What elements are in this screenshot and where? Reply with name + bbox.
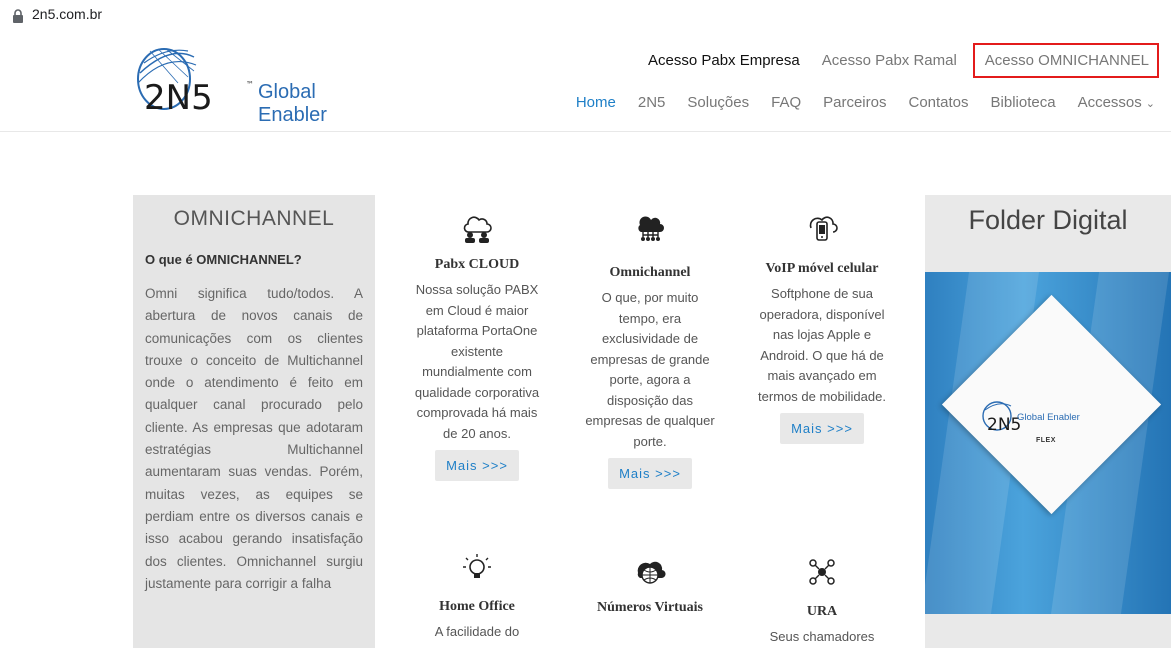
chevron-down-icon: ⌄ <box>1145 98 1155 110</box>
nav-acessos-label: Accessos <box>1077 94 1142 111</box>
card-text: Seus chamadores <box>769 629 875 644</box>
nav-solucoes[interactable]: Soluções <box>687 94 749 111</box>
card-voip-movel: VoIP móvel celular Softphone de sua oper… <box>757 210 887 444</box>
more-button[interactable]: Mais >>> <box>608 458 692 489</box>
link-acesso-pabx-ramal[interactable]: Acesso Pabx Ramal <box>822 52 957 69</box>
nav-contatos[interactable]: Contatos <box>908 94 968 111</box>
card-title: Home Office <box>439 599 515 614</box>
card-text: Nossa solução PABX em Cloud é maior plat… <box>414 282 540 441</box>
network-nodes-icon <box>809 559 835 585</box>
folder-flex-label: FLEX <box>1036 437 1056 444</box>
nav-acessos[interactable]: Accessos ⌄ <box>1078 94 1155 111</box>
url-text: 2n5.com.br <box>32 6 103 22</box>
card-title: Omnichannel <box>609 265 691 280</box>
site-header: 2N5 ™ Global Enabler Acesso Pabx Empresa… <box>0 38 1171 132</box>
card-title: VoIP móvel celular <box>765 261 879 276</box>
globe-cloud-icon <box>637 561 666 584</box>
card-text: Softphone de sua operadora, disponível n… <box>758 286 886 404</box>
panel-body: Omni significa tudo/todos. A abertura de… <box>145 286 363 591</box>
site-logo[interactable]: 2N5 ™ Global Enabler <box>130 43 390 126</box>
card-title: Números Virtuais <box>597 600 703 615</box>
nav-biblioteca[interactable]: Biblioteca <box>991 94 1056 111</box>
link-acesso-pabx-empresa[interactable]: Acesso Pabx Empresa <box>648 52 800 69</box>
nav-2n5[interactable]: 2N5 <box>638 94 666 111</box>
panel-question: O que é OMNICHANNEL? <box>145 252 302 267</box>
omnichannel-panel: OMNICHANNEL O que é OMNICHANNEL? Omni si… <box>133 195 375 648</box>
panel-title: OMNICHANNEL <box>173 207 335 230</box>
nav-faq[interactable]: FAQ <box>771 94 801 111</box>
card-title: URA <box>806 604 838 619</box>
more-button[interactable]: Mais >>> <box>780 413 864 444</box>
folder-image[interactable]: 2N5 Global Enabler FLEX <box>925 272 1171 614</box>
cloud-network-icon <box>638 216 664 241</box>
lock-icon <box>13 9 23 23</box>
logo-globe-icon: 2N5 ™ <box>137 48 254 115</box>
card-pabx-cloud: Pabx CLOUD Nossa solução PABX em Cloud é… <box>412 210 542 481</box>
folder-tagline: Global Enabler <box>1017 412 1080 423</box>
folder-digital-panel: Folder Digital 2N5 Global Enabler FLEX <box>925 195 1171 648</box>
more-button[interactable]: Mais >>> <box>435 450 519 481</box>
card-text: O que, por muito tempo, era exclusividad… <box>585 290 715 449</box>
card-omnichannel: Omnichannel O que, por muito tempo, era … <box>585 210 715 489</box>
card-text: A facilidade do <box>434 624 520 639</box>
card-title: Pabx CLOUD <box>434 257 520 272</box>
address-bar[interactable]: 2n5.com.br <box>0 0 1171 38</box>
main-nav: Home 2N5 Soluções FAQ Parceiros Contatos… <box>554 94 1155 111</box>
link-acesso-omnichannel[interactable]: Acesso OMNICHANNEL <box>972 42 1159 78</box>
lightbulb-icon <box>463 554 491 578</box>
card-home-office: Home Office A facilidade do <box>412 552 542 643</box>
nav-parceiros[interactable]: Parceiros <box>823 94 886 111</box>
logo-brand: 2N5 <box>144 78 213 115</box>
folder-title: Folder Digital <box>968 205 1128 235</box>
cloud-users-icon <box>463 216 492 243</box>
svg-text:™: ™ <box>246 80 254 89</box>
card-ura: URA Seus chamadores <box>757 555 887 648</box>
logo-tagline: Global Enabler <box>258 81 327 126</box>
card-numeros-virtuais: Números Virtuais <box>585 555 715 619</box>
top-links: Acesso Pabx Empresa Acesso Pabx Ramal Ac… <box>626 42 1159 78</box>
mobile-cloud-icon <box>809 216 838 241</box>
nav-home[interactable]: Home <box>576 94 616 111</box>
